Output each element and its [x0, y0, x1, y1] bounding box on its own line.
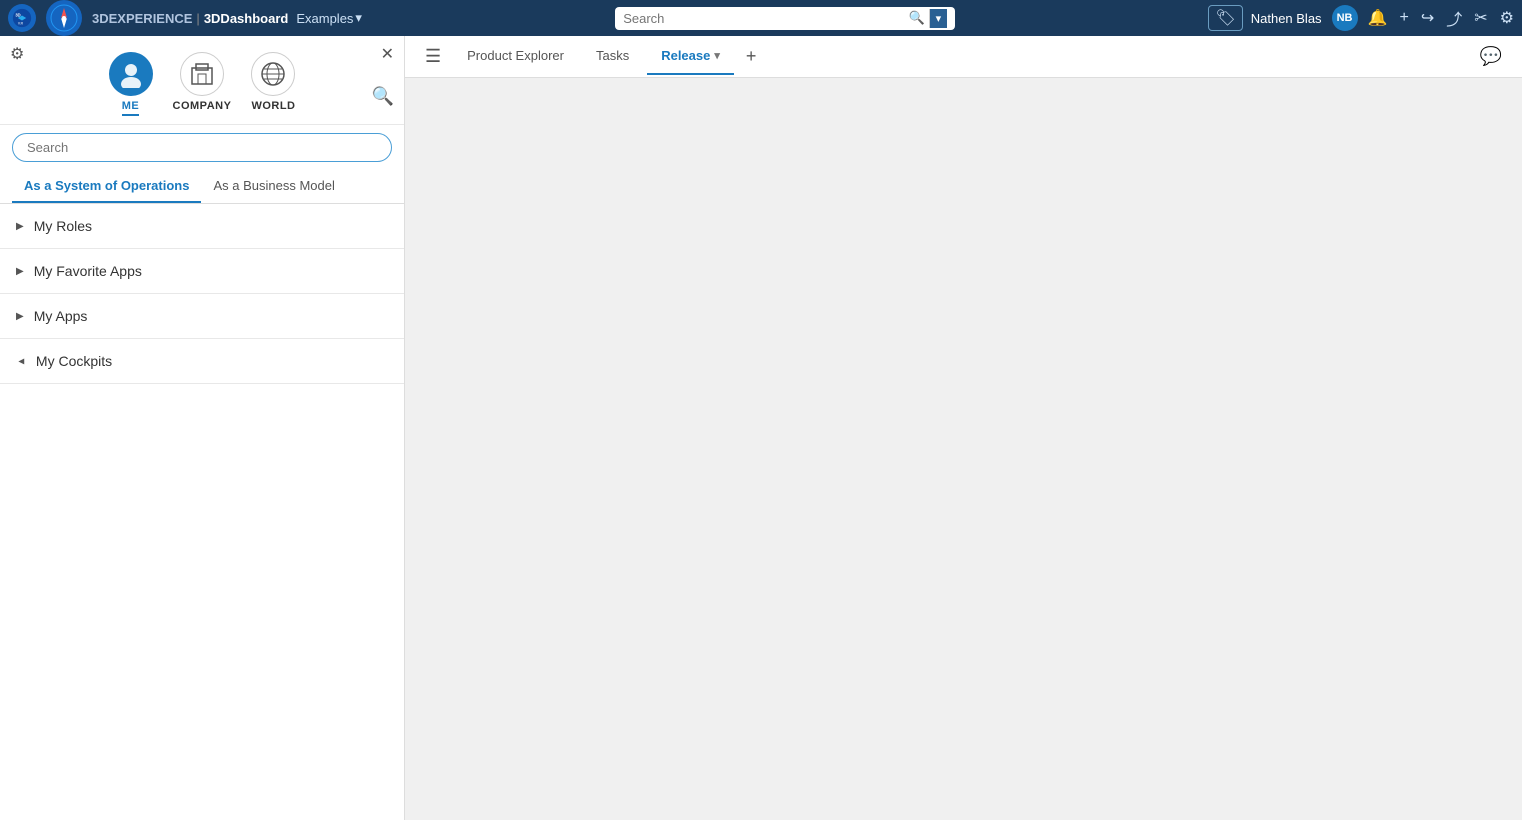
content-tabs: ☰ Product Explorer Tasks Release ▾ + 💬	[405, 36, 1522, 78]
panel-tabs: As a System of Operations As a Business …	[0, 170, 404, 204]
me-avatar	[109, 52, 153, 96]
arrow-icon: ▼	[15, 356, 26, 366]
panel-item-my-apps[interactable]: ▶ My Apps	[0, 294, 404, 339]
my-roles-label: My Roles	[34, 218, 92, 234]
panel-company-item[interactable]: COMPANY	[173, 52, 232, 116]
panel-item-my-cockpits[interactable]: ▼ My Cockpits	[0, 339, 404, 384]
panel-search-row	[0, 125, 404, 170]
topbar-search-box: 🔍 ▾	[615, 7, 955, 30]
tab-release[interactable]: Release ▾	[647, 38, 734, 75]
panel-header: ME COMPANY	[0, 36, 404, 125]
share-button[interactable]: ⤴	[1446, 6, 1462, 30]
svg-text:3D: 3D	[15, 12, 20, 17]
topbar-title: 3DEXPERIENCE | 3DDashboard	[92, 11, 288, 26]
left-panel: ⚙ ✕ ME	[0, 36, 405, 820]
tab-product-explorer[interactable]: Product Explorer	[453, 38, 578, 75]
tab-system-of-operations[interactable]: As a System of Operations	[12, 170, 201, 203]
examples-dropdown[interactable]: Examples ▾	[296, 10, 362, 26]
topbar-right: Nathen Blas NB 🔔 + ↪ ⤴ ✂ ⚙	[1251, 5, 1514, 31]
arrow-icon: ▶	[16, 311, 24, 322]
topbar-search-area: 🔍 ▾	[390, 7, 1180, 30]
main-layout: ⚙ ✕ ME	[0, 36, 1522, 820]
chat-button[interactable]: 💬	[1472, 42, 1510, 71]
content-main	[405, 78, 1522, 820]
company-icon	[180, 52, 224, 96]
add-tab-button[interactable]: +	[738, 42, 765, 71]
topbar-action-icons: 🔔 + ↪ ⤴ ✂ ⚙	[1368, 6, 1514, 30]
add-button[interactable]: +	[1399, 9, 1408, 27]
my-apps-label: My Apps	[34, 308, 88, 324]
panel-search-input[interactable]	[12, 133, 392, 162]
topbar-search-input[interactable]	[623, 11, 904, 26]
app-logo[interactable]: 3D V.R	[8, 4, 36, 32]
world-icon	[251, 52, 295, 96]
my-favorite-apps-label: My Favorite Apps	[34, 263, 142, 279]
topbar: 3D V.R 3DEXPERIENCE | 3DDashboard Exampl…	[0, 0, 1522, 36]
panel-item-my-favorite-apps[interactable]: ▶ My Favorite Apps	[0, 249, 404, 294]
company-label: COMPANY	[173, 100, 232, 112]
content-area: ☰ Product Explorer Tasks Release ▾ + 💬	[405, 36, 1522, 820]
search-icon: 🔍	[908, 10, 924, 26]
world-label: WORLD	[251, 100, 295, 112]
my-cockpits-label: My Cockpits	[36, 353, 112, 369]
tag-button[interactable]: 🏷	[1208, 5, 1242, 31]
me-label: ME	[122, 100, 140, 116]
panel-list: ▶ My Roles ▶ My Favorite Apps ▶ My Apps …	[0, 204, 404, 820]
arrow-icon: ▶	[16, 221, 24, 232]
app-label: 3DDashboard	[204, 11, 289, 26]
panel-me-item[interactable]: ME	[109, 52, 153, 116]
tab-tasks[interactable]: Tasks	[582, 38, 643, 75]
panel-search-toggle-button[interactable]: 🔍	[372, 86, 394, 107]
share-forward-button[interactable]: ↪	[1421, 8, 1434, 28]
svg-text:V.R: V.R	[18, 22, 24, 26]
search-dropdown-btn[interactable]: ▾	[929, 9, 948, 28]
panel-item-my-roles[interactable]: ▶ My Roles	[0, 204, 404, 249]
panel-world-item[interactable]: WORLD	[251, 52, 295, 116]
panel-user-section: ME COMPANY	[109, 48, 296, 116]
user-avatar[interactable]: NB	[1332, 5, 1358, 31]
arrow-icon: ▶	[16, 266, 24, 277]
content-menu-button[interactable]: ☰	[417, 42, 449, 71]
tab-business-model[interactable]: As a Business Model	[201, 170, 346, 203]
help-button[interactable]: ⚙	[1500, 8, 1514, 28]
brand-label: 3DEXPERIENCE	[92, 11, 192, 26]
notifications-button[interactable]: 🔔	[1368, 8, 1388, 28]
username-label[interactable]: Nathen Blas	[1251, 11, 1322, 26]
compass-button[interactable]	[44, 0, 84, 36]
collaborate-button[interactable]: ✂	[1474, 8, 1487, 28]
chevron-down-icon: ▾	[714, 49, 720, 62]
